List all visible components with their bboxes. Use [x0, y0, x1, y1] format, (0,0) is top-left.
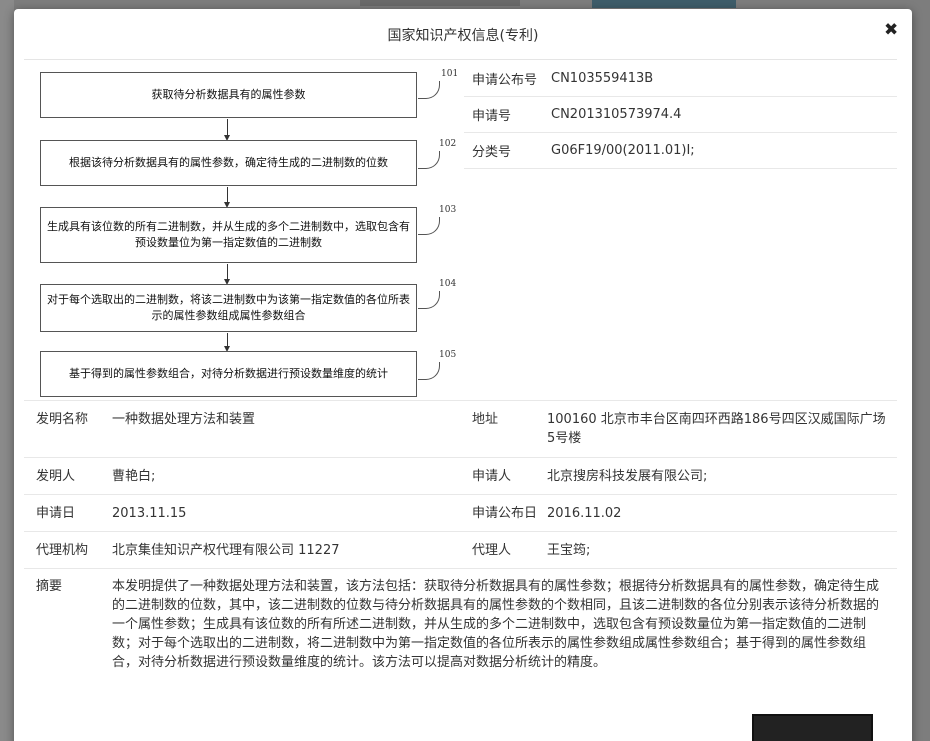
patent-info-table: 申请公布号 CN103559413B 申请号 CN201310573974.4 … — [464, 61, 897, 169]
app-no-label: 申请号 — [472, 109, 512, 124]
step-number: 105 — [439, 350, 457, 360]
details-row: 摘要 本发明提供了一种数据处理方法和装置，该方法包括：获取待分析数据具有的属性参… — [24, 568, 897, 703]
invention-name-label: 发明名称 — [36, 412, 89, 427]
step-number: 103 — [439, 205, 457, 215]
invention-name-value: 一种数据处理方法和装置 — [112, 412, 256, 427]
class-value: G06F19/00(2011.01)I; — [551, 143, 695, 158]
modal-title: 国家知识产权信息(专利) — [387, 28, 539, 44]
abstract-value: 本发明提供了一种数据处理方法和装置，该方法包括：获取待分析数据具有的属性参数；根… — [112, 579, 880, 670]
step-number: 102 — [439, 139, 457, 149]
inventor-value: 曹艳白; — [112, 469, 156, 484]
agency-value: 北京集佳知识产权代理有限公司 11227 — [112, 543, 340, 558]
leader-line — [418, 81, 440, 99]
step-number: 101 — [441, 69, 459, 79]
pub-date-label: 申请公布日 — [472, 506, 538, 521]
background-page — [0, 0, 14, 741]
patent-drawing-flowchart: 获取待分析数据具有的属性参数 101 根据该待分析数据具有的属性参数，确定待生成… — [38, 69, 458, 399]
details-row: 申请日 2013.11.15 申请公布日 2016.11.02 — [24, 494, 897, 531]
address-label: 地址 — [472, 412, 499, 427]
address-value: 100160 北京市丰台区南四环西路186号四区汉威国际广场5号楼 — [547, 412, 886, 446]
agent-value: 王宝筠; — [547, 543, 591, 558]
agency-label: 代理机构 — [36, 543, 89, 558]
patent-details-grid: 发明名称 一种数据处理方法和装置 地址 100160 北京市丰台区南四环西路18… — [24, 400, 897, 703]
app-date-label: 申请日 — [36, 506, 76, 521]
leader-line — [418, 217, 440, 235]
agent-label: 代理人 — [472, 543, 512, 558]
flow-arrow — [224, 264, 230, 285]
flowchart-step-101: 获取待分析数据具有的属性参数 — [40, 72, 417, 118]
leader-line — [418, 151, 440, 169]
info-row-pub-no: 申请公布号 CN103559413B — [464, 61, 897, 97]
flowchart-step-104: 对于每个选取出的二进制数，将该二进制数中为该第一指定数值的各位所表示的属性参数组… — [40, 284, 417, 332]
leader-line — [418, 362, 440, 380]
abstract-label: 摘要 — [36, 579, 63, 594]
details-row: 代理机构 北京集佳知识产权代理有限公司 11227 代理人 王宝筠; — [24, 531, 897, 568]
applicant-value: 北京搜房科技发展有限公司; — [547, 469, 708, 484]
footer-button[interactable] — [752, 714, 873, 741]
close-icon[interactable]: ✖ — [884, 20, 898, 40]
background-header-bar — [592, 0, 736, 8]
step-number: 104 — [439, 279, 457, 289]
info-row-class: 分类号 G06F19/00(2011.01)I; — [464, 133, 897, 169]
applicant-label: 申请人 — [472, 469, 512, 484]
flow-arrow — [224, 333, 230, 352]
pub-no-value: CN103559413B — [551, 71, 654, 86]
pub-no-label: 申请公布号 — [472, 73, 538, 88]
class-label: 分类号 — [472, 145, 512, 160]
flowchart-step-103: 生成具有该位数的所有二进制数，并从生成的多个二进制数中，选取包含有预设数量位为第… — [40, 207, 417, 263]
title-divider — [24, 59, 897, 60]
pub-date-value: 2016.11.02 — [547, 506, 622, 521]
inventor-label: 发明人 — [36, 469, 76, 484]
flowchart-step-105: 基于得到的属性参数组合，对待分析数据进行预设数量维度的统计 — [40, 351, 417, 397]
leader-line — [418, 291, 440, 309]
info-row-app-no: 申请号 CN201310573974.4 — [464, 97, 897, 133]
patent-info-modal: 国家知识产权信息(专利) ✖ 获取待分析数据具有的属性参数 101 根据该待分析… — [14, 9, 912, 741]
details-row: 发明名称 一种数据处理方法和装置 地址 100160 北京市丰台区南四环西路18… — [24, 400, 897, 457]
flowchart-step-102: 根据该待分析数据具有的属性参数，确定待生成的二进制数的位数 — [40, 140, 417, 186]
app-date-value: 2013.11.15 — [112, 506, 187, 521]
app-no-value: CN201310573974.4 — [551, 107, 682, 122]
details-row: 发明人 曹艳白; 申请人 北京搜房科技发展有限公司; — [24, 457, 897, 494]
background-text — [360, 0, 520, 6]
flow-arrow — [224, 187, 230, 208]
flow-arrow — [224, 119, 230, 141]
